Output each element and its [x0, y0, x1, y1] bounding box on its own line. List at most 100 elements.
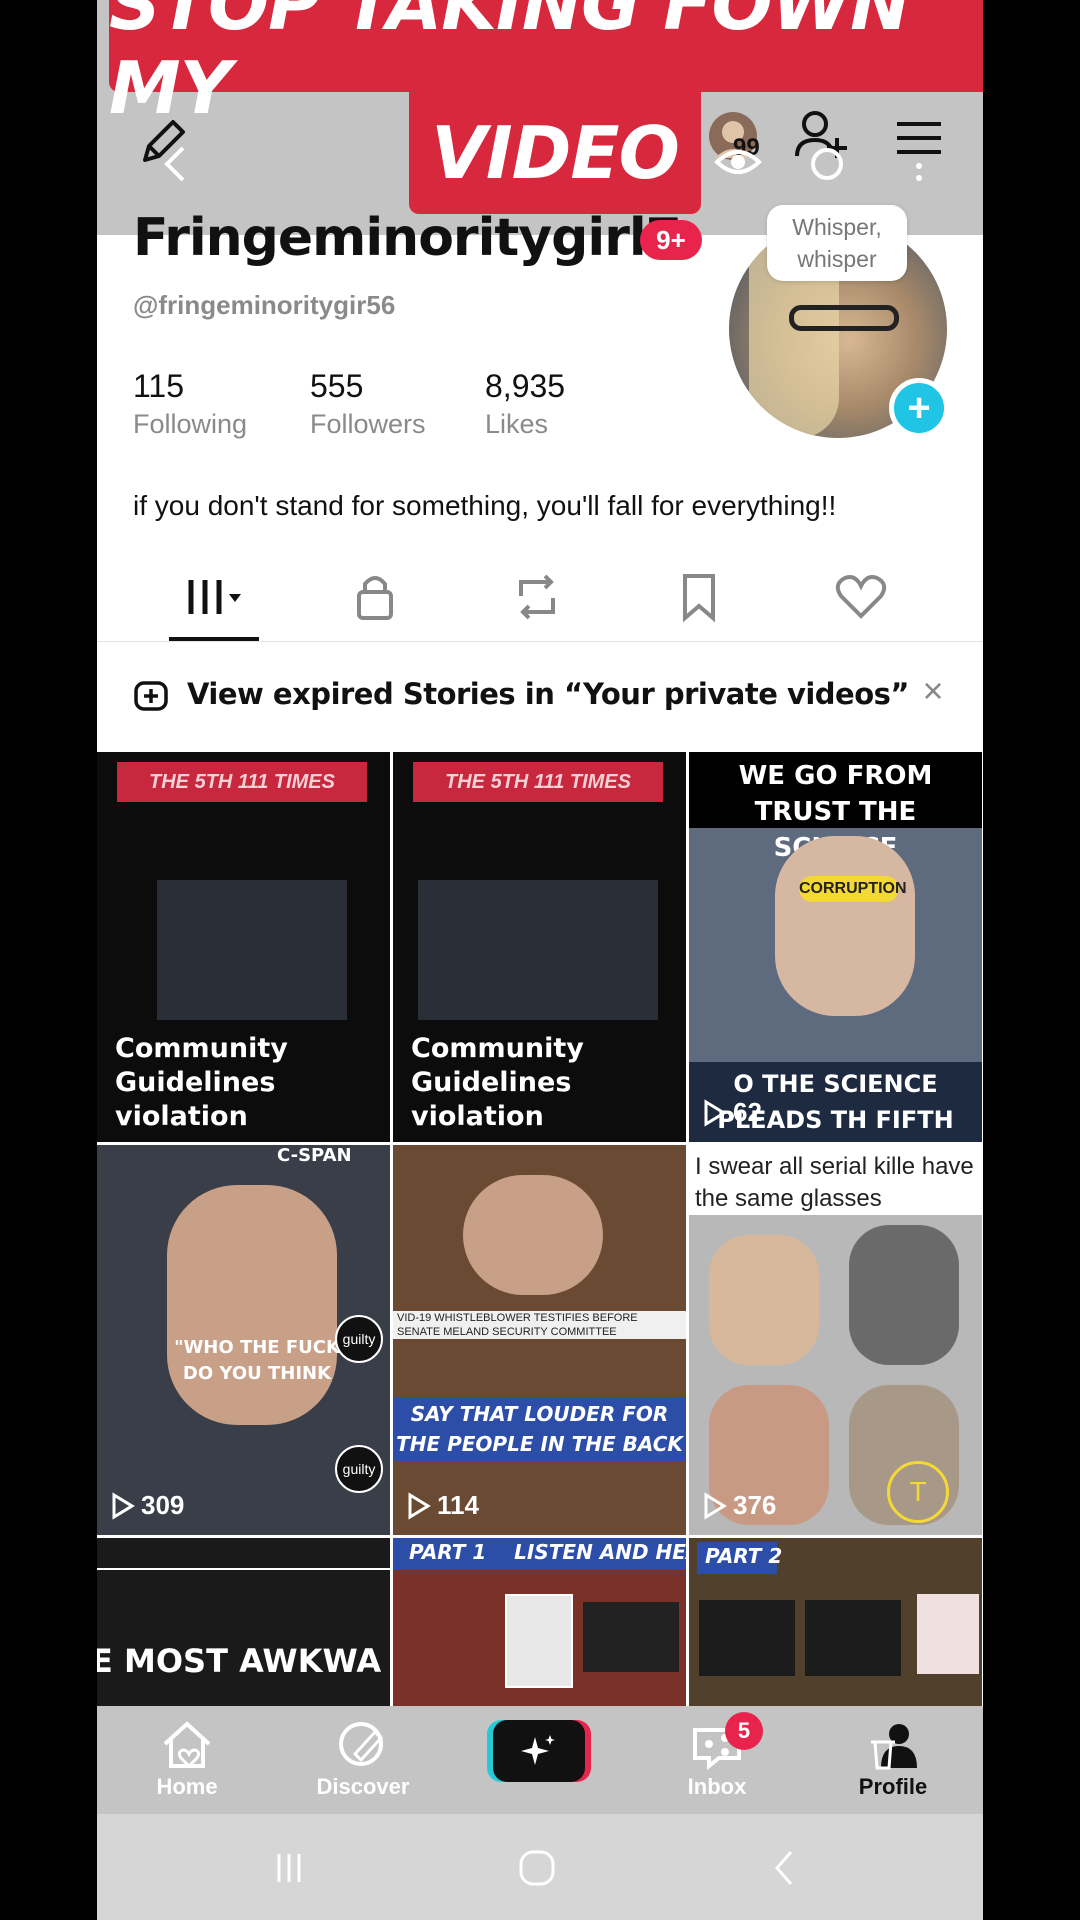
stat-label: Likes	[485, 409, 549, 439]
stat-value: 8,935	[485, 368, 566, 404]
play-count-value: 62	[733, 1097, 762, 1127]
profile-screen: 99 STOP TAKING FOWN MY VIDEO Fringeminor…	[97, 0, 983, 1920]
liked-heart-icon[interactable]	[831, 570, 891, 624]
divider-line	[97, 1568, 390, 1570]
nav-label: Discover	[316, 1774, 410, 1799]
close-icon[interactable]: ×	[915, 673, 951, 709]
play-icon	[704, 1491, 727, 1520]
discover-icon	[339, 1722, 384, 1766]
inbox-badge: 5	[725, 1712, 763, 1750]
overlay-banner-text-2: VIDEO	[431, 111, 680, 195]
play-count: 376	[703, 1490, 776, 1521]
embedded-clip	[583, 1602, 679, 1672]
bio: if you don't stand for something, you'll…	[133, 490, 837, 521]
recent-apps-icon[interactable]	[269, 1848, 309, 1888]
story-camera-icon	[133, 677, 169, 713]
display-name: Fringeminoritygirl7	[133, 208, 682, 268]
play-icon	[408, 1491, 431, 1520]
video-still	[418, 880, 658, 1020]
video-thumbnail[interactable]: THE 5TH 111 TIMES Community Guidelines v…	[393, 752, 686, 1142]
back-button-icon[interactable]	[765, 1848, 805, 1888]
video-thumbnail[interactable]: C-SPAN "WHO THE FUCK DO YOU THINK guilty…	[97, 1145, 390, 1535]
video-ticker: VID-19 WHISTLEBLOWER TESTIFIES BEFORE SE…	[393, 1311, 686, 1339]
stat-followers[interactable]: 555 Followers	[310, 368, 426, 440]
profile-icon	[871, 1724, 917, 1770]
system-navigation	[97, 1814, 983, 1920]
video-status: Community Guidelines violation	[411, 1033, 584, 1132]
video-thumbnail[interactable]: E MOST AWKWA	[97, 1538, 390, 1706]
nav-label: Inbox	[687, 1774, 747, 1799]
video-thumbnail[interactable]: PART 1 LISTEN AND HEAR	[393, 1538, 686, 1706]
add-story-button[interactable]: +	[889, 378, 949, 438]
mugshot	[849, 1225, 959, 1365]
mugshot	[709, 1235, 819, 1365]
video-thumbnail[interactable]: VID-19 WHISTLEBLOWER TESTIFIES BEFORE SE…	[393, 1145, 686, 1535]
active-tab-indicator	[169, 637, 259, 641]
video-caption: I swear all serial kille have the same g…	[695, 1153, 974, 1212]
video-still	[157, 880, 347, 1020]
home-icon	[163, 1721, 211, 1769]
text-recognition-icon[interactable]: T	[887, 1461, 949, 1523]
nav-label: Profile	[858, 1774, 928, 1799]
favorites-bookmark-icon[interactable]	[669, 570, 729, 624]
expired-stories-notice[interactable]: View expired Stories in “Your private vi…	[97, 655, 983, 735]
video-caption: SAY THAT LOUDER FOR THE PEOPLE IN THE BA…	[396, 1402, 683, 1456]
video-thumbnail[interactable]: WE GO FROM TRUST THE SCIENCE CORRUPTION …	[689, 752, 982, 1142]
guilty-sticker: guilty	[335, 1315, 383, 1363]
play-count: 62	[703, 1097, 762, 1128]
stat-label: Following	[133, 409, 248, 439]
overlay-banner-top: STOP TAKING FOWN MY	[109, 0, 983, 130]
play-count-value: 376	[733, 1490, 777, 1520]
stat-label: Followers	[310, 409, 426, 439]
stat-value: 115	[133, 368, 185, 404]
embedded-clip	[699, 1600, 795, 1676]
play-count-value: 309	[141, 1490, 185, 1520]
embedded-screenshot	[505, 1594, 573, 1688]
nav-home[interactable]: Home	[127, 1720, 247, 1810]
home-button-icon[interactable]	[517, 1848, 557, 1888]
video-caption: "WHO THE FUCK DO YOU THINK	[174, 1337, 340, 1384]
back-icon[interactable]	[157, 142, 193, 186]
video-face	[463, 1175, 603, 1295]
video-top-text: PART 1 LISTEN AND HEAR	[409, 1540, 686, 1564]
nav-label: Home	[156, 1774, 218, 1799]
play-count: 114	[407, 1490, 479, 1521]
play-count-value: 114	[437, 1490, 479, 1520]
nav-profile[interactable]: Profile	[833, 1720, 953, 1810]
username[interactable]: @fringeminoritygir56	[133, 290, 395, 321]
visitors-eye-icon[interactable]	[713, 140, 763, 184]
bottom-nav: Home Discover Inbox 5 Profile	[97, 1706, 983, 1814]
reposts-icon[interactable]	[507, 570, 567, 624]
video-face	[775, 836, 915, 1016]
video-thumbnail[interactable]: I swear all serial kille have the same g…	[689, 1145, 982, 1535]
create-button[interactable]	[493, 1720, 585, 1782]
video-status: Community Guidelines violation	[115, 1033, 288, 1132]
sparkle-icon	[521, 1735, 555, 1765]
video-top-text: THE 5TH 111 TIMES	[413, 762, 663, 802]
notification-badge[interactable]: 9+	[640, 220, 702, 260]
nav-discover[interactable]: Discover	[303, 1720, 423, 1810]
stat-value: 555	[310, 368, 364, 404]
video-caption: E MOST AWKWA	[97, 1642, 382, 1680]
embedded-screenshot	[917, 1594, 979, 1674]
videos-grid-icon[interactable]	[185, 570, 251, 624]
video-channel: C-SPAN	[277, 1145, 352, 1166]
play-icon	[112, 1491, 135, 1520]
video-top-text: THE 5TH 111 TIMES	[117, 762, 367, 802]
play-icon	[704, 1098, 727, 1127]
notice-text: View expired Stories in “Your private vi…	[187, 677, 909, 711]
overlay-banner-bottom: VIDEO	[409, 92, 701, 214]
video-sticker: CORRUPTION	[799, 876, 907, 902]
video-grid: THE 5TH 111 TIMES Community Guidelines v…	[97, 752, 983, 1706]
private-lock-icon[interactable]	[345, 570, 405, 624]
video-top-text: PART 2	[705, 1544, 783, 1568]
note-bubble[interactable]: Whisper, whisper	[767, 205, 907, 281]
embedded-clip	[805, 1600, 901, 1676]
stat-likes[interactable]: 8,935 Likes	[485, 368, 565, 440]
play-count: 309	[111, 1490, 184, 1521]
video-thumbnail[interactable]: PART 2	[689, 1538, 982, 1706]
avatar-glasses	[789, 305, 899, 331]
guilty-sticker: guilty	[335, 1445, 383, 1493]
stat-following[interactable]: 115 Following	[133, 368, 247, 440]
video-thumbnail[interactable]: THE 5TH 111 TIMES Community Guidelines v…	[97, 752, 390, 1142]
